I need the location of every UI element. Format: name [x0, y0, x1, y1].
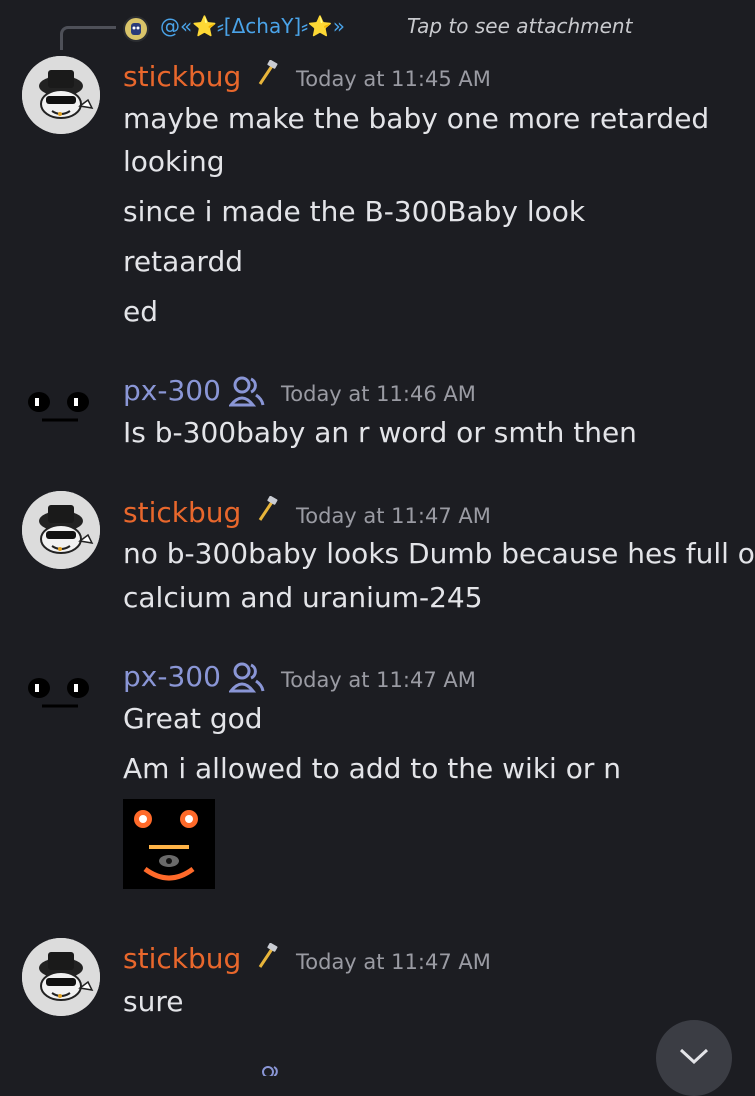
username[interactable]: stickbug — [123, 496, 241, 529]
friends-icon — [262, 1066, 278, 1076]
message-text: ed — [123, 295, 158, 328]
message-text: retaardd — [123, 245, 243, 278]
message-text: looking — [123, 145, 225, 178]
message-text: Great god — [123, 702, 263, 735]
avatar[interactable] — [22, 491, 100, 569]
reply-username[interactable]: @«⭐⸗[ΔchaY]⸗⭐» — [160, 14, 345, 39]
image-attachment[interactable] — [123, 799, 215, 889]
timestamp: Today at 11:46 AM — [281, 382, 476, 406]
hammer-icon — [258, 496, 278, 521]
hammer-icon — [258, 60, 278, 85]
avatar[interactable] — [22, 938, 100, 1016]
avatar[interactable] — [22, 654, 100, 732]
username[interactable]: px-300 — [123, 374, 221, 407]
message-text: Am i allowed to add to the wiki or n — [123, 752, 621, 785]
reply-attachment-text[interactable]: Tap to see attachment — [407, 14, 632, 38]
message-text: since i made the B-300Baby look — [123, 195, 586, 228]
username[interactable]: stickbug — [123, 60, 241, 93]
reply-spine — [60, 26, 116, 50]
avatar[interactable] — [22, 368, 100, 446]
message-text: maybe make the baby one more retarded — [123, 102, 710, 135]
username[interactable]: px-300 — [123, 660, 221, 693]
chevron-down-icon — [679, 1048, 709, 1064]
hammer-icon — [258, 943, 278, 968]
username[interactable]: stickbug — [123, 942, 241, 975]
timestamp: Today at 11:47 AM — [281, 668, 476, 692]
reply-preview[interactable]: @«⭐⸗[ΔchaY]⸗⭐» Tap to see attachment — [0, 0, 755, 56]
timestamp: Today at 11:45 AM — [296, 67, 491, 91]
reply-avatar[interactable] — [123, 16, 149, 42]
message-text: calcium and uranium-245 — [123, 581, 483, 614]
message-text: Is b-300baby an r word or smth then — [123, 416, 637, 449]
friends-icon — [229, 662, 265, 693]
jump-to-present-button[interactable] — [656, 1020, 732, 1096]
friends-icon — [229, 376, 265, 407]
message-text: no b-300baby looks Dumb because hes full… — [123, 537, 755, 570]
timestamp: Today at 11:47 AM — [296, 950, 491, 974]
timestamp: Today at 11:47 AM — [296, 504, 491, 528]
message-text: sure — [123, 985, 184, 1018]
avatar[interactable] — [22, 56, 100, 134]
